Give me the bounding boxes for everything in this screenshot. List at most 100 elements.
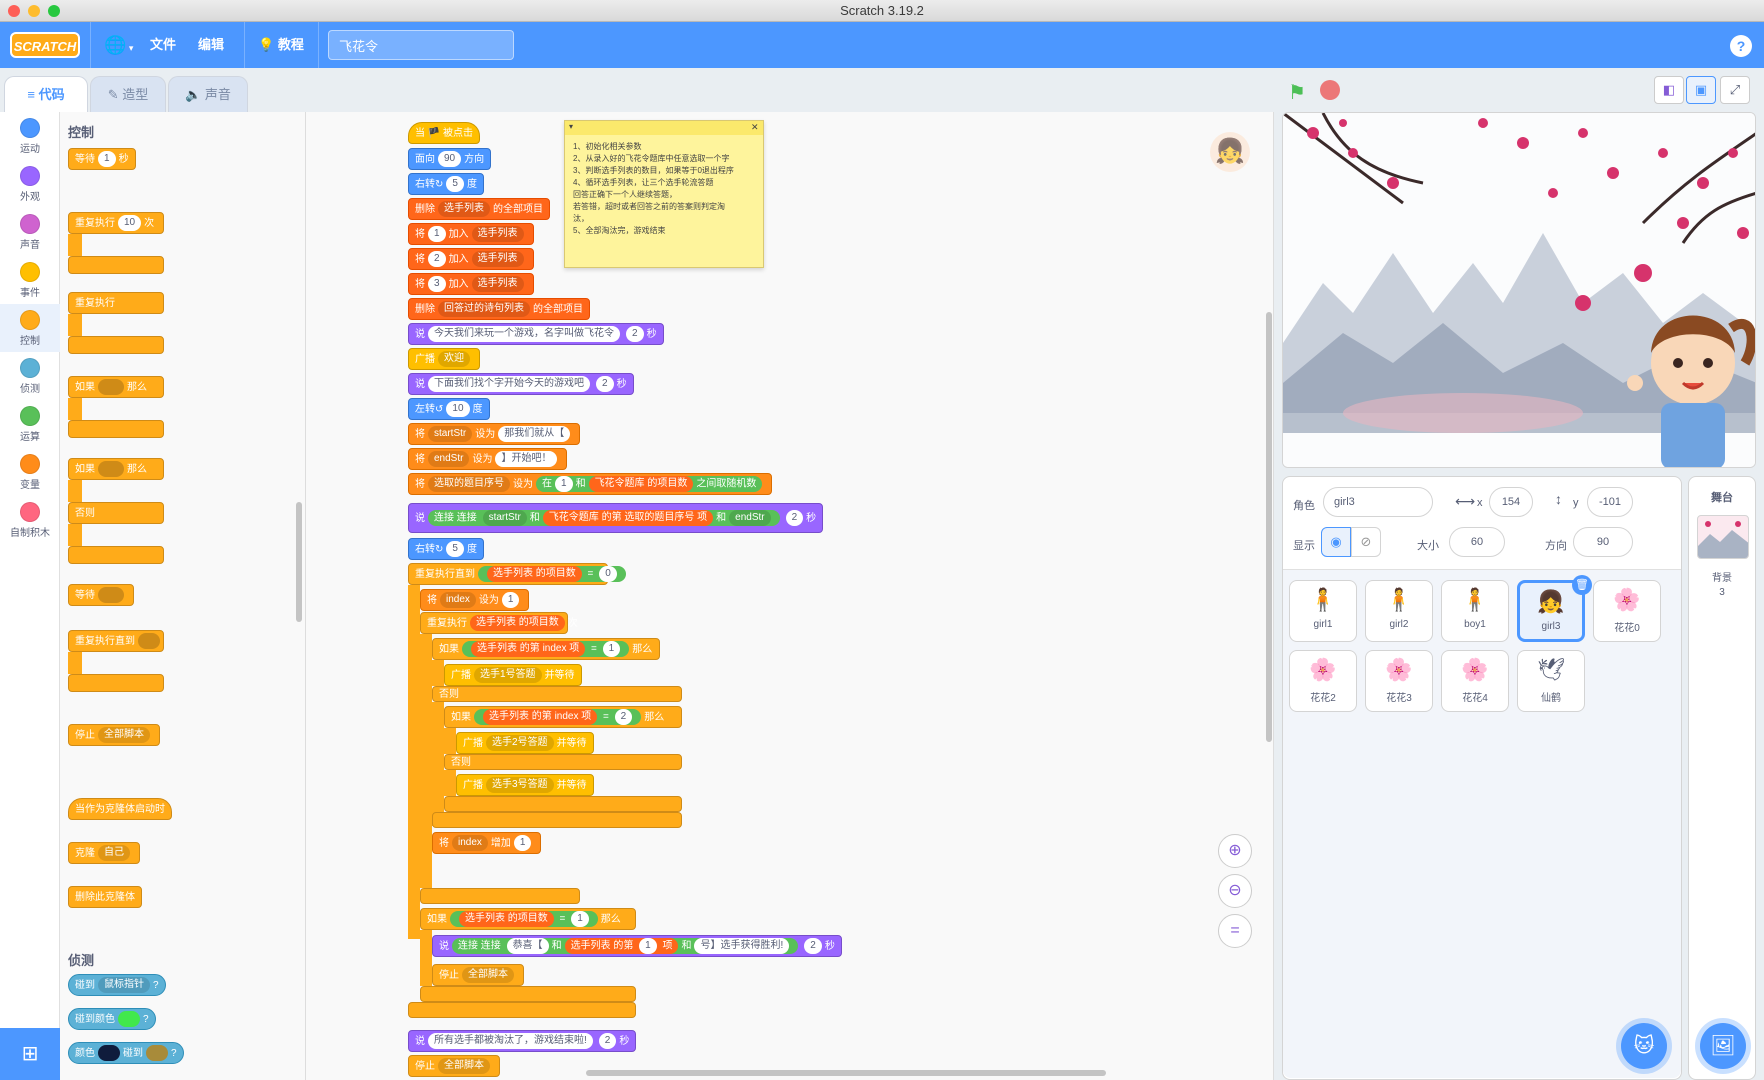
block-clone[interactable]: 克隆 自己 bbox=[68, 842, 140, 864]
category-my-blocks[interactable]: 自制积木 bbox=[0, 496, 60, 544]
block-repeat-players[interactable]: 重复执行 选手列表 的项目数次 bbox=[420, 612, 578, 634]
block-wait-until[interactable]: 等待 bbox=[68, 584, 134, 606]
block-turn-left[interactable]: 左转↺ 10 度 bbox=[408, 398, 490, 420]
tab-sounds[interactable]: 🔈 声音 bbox=[168, 76, 248, 112]
block-say-join[interactable]: 说连接 连接 startStr 和飞花令题库 的第 选取的题目序号 项和 endSt… bbox=[408, 503, 824, 533]
script-workspace[interactable]: 当 🏴 被点击 面向 90 方向 右转↻ 5 度 删除 选手列表 的全部项目 将 1 加入 选手列… bbox=[306, 112, 1274, 1080]
block-repeat-until-players-empty[interactable]: 重复执行直到 选手列表 的项目数 = 0 bbox=[408, 563, 626, 585]
block-delete-clone[interactable]: 删除此克隆体 bbox=[68, 886, 142, 908]
collapse-icon[interactable]: ▾ bbox=[569, 121, 573, 133]
y-input[interactable] bbox=[1587, 487, 1633, 517]
block-say-game-over[interactable]: 说所有选手都被淘汰了，游戏结束啦! 2 秒 bbox=[408, 1030, 637, 1052]
category-looks[interactable]: 外观 bbox=[0, 160, 60, 208]
block-when-clone[interactable]: 当作为克隆体启动时 bbox=[68, 798, 172, 820]
normal-stage-button[interactable]: ▣ bbox=[1686, 76, 1716, 104]
block-if-one-left[interactable]: 如果 选手列表 的项目数 = 1 那么 bbox=[420, 908, 636, 930]
sprite-tile-selected[interactable]: 👧 girl3 🗑 bbox=[1517, 575, 1592, 642]
small-stage-button[interactable]: ◧ bbox=[1654, 76, 1684, 104]
block-add-1[interactable]: 将 1 加入 选手列表 bbox=[408, 223, 534, 245]
minimize-window-button[interactable] bbox=[28, 5, 40, 17]
comment-note[interactable]: ▾ ✕ 1、初始化相关参数 2、从录入好的飞花令题库中任意选取一个字 3、判断选… bbox=[564, 120, 764, 268]
tab-costumes[interactable]: ✎ 造型 bbox=[90, 76, 166, 112]
block-set-endstr[interactable]: 将 endStr 设为 】开始吧！ bbox=[408, 448, 568, 470]
project-title-input[interactable] bbox=[328, 30, 514, 60]
x-input[interactable] bbox=[1489, 487, 1533, 517]
scratch-logo[interactable]: SCRATCH bbox=[10, 32, 80, 58]
palette-scrollbar[interactable] bbox=[296, 502, 302, 622]
block-point-direction[interactable]: 面向 90 方向 bbox=[408, 148, 492, 170]
block-turn-right[interactable]: 右转↻ 5 度 bbox=[408, 173, 484, 195]
category-sound[interactable]: 声音 bbox=[0, 208, 60, 256]
help-button[interactable]: ? bbox=[1730, 35, 1752, 57]
workspace-vertical-scrollbar[interactable] bbox=[1266, 312, 1272, 742]
category-motion[interactable]: 运动 bbox=[0, 112, 60, 160]
hide-sprite-button[interactable]: ⊘ bbox=[1351, 527, 1381, 557]
fullscreen-button[interactable]: ⤢ bbox=[1720, 76, 1750, 104]
block-wait[interactable]: 等待 1 秒 bbox=[68, 148, 136, 170]
stage-selector[interactable]: 舞台 背景 3 🖼 bbox=[1688, 476, 1756, 1080]
block-repeat-until[interactable]: 重复执行直到 bbox=[68, 630, 164, 652]
block-delete-all-answers[interactable]: 删除 回答过的诗句列表 的全部项目 bbox=[408, 298, 590, 320]
block-stop-all-2[interactable]: 停止 全部脚本 bbox=[408, 1055, 500, 1077]
close-icon[interactable]: ✕ bbox=[751, 121, 759, 133]
block-broadcast-p2[interactable]: 广播 选手2号答题 并等待 bbox=[456, 732, 594, 754]
block-if-then[interactable]: 如果 那么 bbox=[68, 376, 164, 398]
language-menu[interactable]: 🌐 ▾ bbox=[96, 22, 141, 68]
delete-sprite-button[interactable]: 🗑 bbox=[1572, 575, 1592, 595]
direction-input[interactable] bbox=[1573, 527, 1633, 557]
block-touching-color[interactable]: 碰到颜色? bbox=[68, 1008, 156, 1030]
stage-canvas[interactable] bbox=[1282, 112, 1756, 468]
zoom-reset-button[interactable]: = bbox=[1218, 914, 1252, 948]
category-operators[interactable]: 运算 bbox=[0, 400, 60, 448]
stop-button[interactable] bbox=[1320, 80, 1340, 100]
zoom-window-button[interactable] bbox=[48, 5, 60, 17]
block-stop-all-1[interactable]: 停止 全部脚本 bbox=[432, 964, 524, 986]
zoom-out-button[interactable]: ⊖ bbox=[1218, 874, 1252, 908]
sprite-tile[interactable]: 🌸 花花0 bbox=[1593, 580, 1661, 642]
block-add-2[interactable]: 将 2 加入 选手列表 bbox=[408, 248, 534, 270]
backdrop-thumbnail[interactable] bbox=[1697, 515, 1749, 559]
file-menu[interactable]: 文件 bbox=[142, 22, 184, 68]
add-extension-button[interactable]: ⊞ bbox=[0, 1028, 60, 1080]
block-broadcast-p1[interactable]: 广播 选手1号答题 并等待 bbox=[444, 664, 582, 686]
block-broadcast-welcome[interactable]: 广播 欢迎 bbox=[408, 348, 480, 370]
block-set-index[interactable]: 将 index 设为 1 bbox=[420, 589, 530, 611]
sprite-tile[interactable]: 🕊 仙鹤 bbox=[1517, 650, 1585, 712]
zoom-in-button[interactable]: ⊕ bbox=[1218, 834, 1252, 868]
sprite-tile[interactable]: 🧍 girl2 bbox=[1365, 580, 1433, 642]
category-variables[interactable]: 变量 bbox=[0, 448, 60, 496]
show-sprite-button[interactable]: ◉ bbox=[1321, 527, 1351, 557]
block-forever[interactable]: 重复执行 bbox=[68, 292, 164, 314]
block-say-winner[interactable]: 说连接 连接 恭喜【和选手列表 的第 1 项和号】选手获得胜利! 2 秒 bbox=[432, 935, 842, 957]
sprite-tile[interactable]: 🌸 花花4 bbox=[1441, 650, 1509, 712]
sprite-tile[interactable]: 🌸 花花3 bbox=[1365, 650, 1433, 712]
sprite-tile[interactable]: 🧍 girl1 bbox=[1289, 580, 1357, 642]
block-stop[interactable]: 停止 全部脚本 bbox=[68, 724, 160, 746]
green-flag-button[interactable]: ⚑ bbox=[1288, 80, 1306, 105]
block-repeat[interactable]: 重复执行 10 次 bbox=[68, 212, 164, 234]
sprite-tile[interactable]: 🌸 花花2 bbox=[1289, 650, 1357, 712]
block-set-startstr[interactable]: 将 startStr 设为 那我们就从【 bbox=[408, 423, 581, 445]
block-if-else[interactable]: 如果 那么 bbox=[68, 458, 164, 480]
block-color-touching-color[interactable]: 颜色 碰到? bbox=[68, 1042, 184, 1064]
workspace-horizontal-scrollbar[interactable] bbox=[586, 1070, 1106, 1076]
sprite-name-input[interactable] bbox=[1323, 487, 1433, 517]
comment-note-header[interactable]: ▾ ✕ bbox=[565, 121, 763, 135]
block-if-index-2[interactable]: 如果 选手列表 的第 index 项 = 2 那么 bbox=[444, 706, 682, 728]
category-sensing[interactable]: 侦测 bbox=[0, 352, 60, 400]
add-sprite-button[interactable]: 🐱 bbox=[1621, 1023, 1667, 1069]
tab-code[interactable]: ≡ 代码 bbox=[4, 76, 88, 112]
block-say-1[interactable]: 说今天我们来玩一个游戏，名字叫做飞花令 2 秒 bbox=[408, 323, 664, 345]
category-control[interactable]: 控制 bbox=[0, 304, 60, 352]
category-events[interactable]: 事件 bbox=[0, 256, 60, 304]
block-add-3[interactable]: 将 3 加入 选手列表 bbox=[408, 273, 534, 295]
block-change-index[interactable]: 将 index 增加 1 bbox=[432, 832, 542, 854]
sprite-tile[interactable]: 🧍 boy1 bbox=[1441, 580, 1509, 642]
block-turn-right-2[interactable]: 右转↻ 5 度 bbox=[408, 538, 484, 560]
block-when-flag-clicked[interactable]: 当 🏴 被点击 bbox=[408, 122, 481, 144]
block-touching[interactable]: 碰到 鼠标指针? bbox=[68, 974, 166, 996]
block-delete-all-players[interactable]: 删除 选手列表 的全部项目 bbox=[408, 198, 550, 220]
edit-menu[interactable]: 编辑 bbox=[190, 22, 232, 68]
close-window-button[interactable] bbox=[8, 5, 20, 17]
size-input[interactable] bbox=[1449, 527, 1505, 557]
